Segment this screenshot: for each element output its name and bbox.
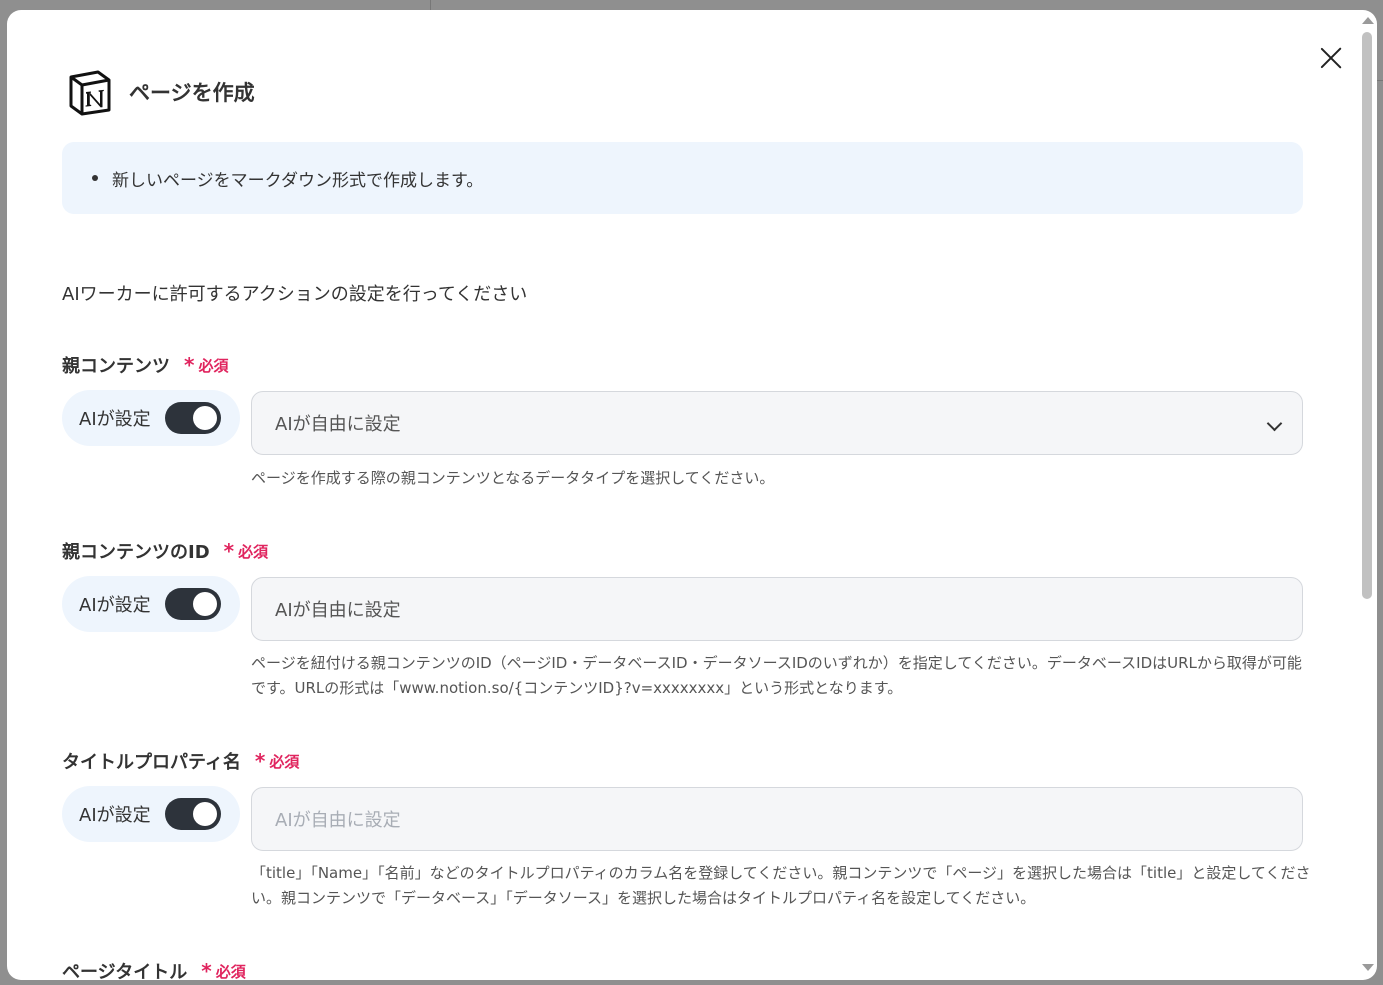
ai-setting-label: AIが設定 xyxy=(79,409,151,430)
ai-setting-pill: AIが設定 xyxy=(62,786,240,842)
info-text: 新しいページをマークダウン形式で作成します。 xyxy=(112,170,484,191)
ai-setting-toggle[interactable] xyxy=(164,402,221,434)
help-text: ページを作成する際の親コンテンツとなるデータタイプを選択してください。 xyxy=(251,469,775,487)
background-divider xyxy=(430,0,431,10)
field-label-text: 親コンテンツのID xyxy=(62,542,210,563)
select-value: AIが自由に設定 xyxy=(275,414,401,435)
scroll-up-arrow[interactable] xyxy=(1362,17,1374,24)
ai-setting-pill: AIが設定 xyxy=(62,390,240,446)
field-label-text: ページタイトル xyxy=(62,962,188,980)
toggle-knob xyxy=(192,802,217,826)
bullet-icon xyxy=(92,175,98,181)
asterisk-icon: * xyxy=(201,959,212,980)
create-page-modal: ページを作成 新しいページをマークダウン形式で作成します。 AIワーカーに許可す… xyxy=(7,10,1377,980)
page-title: ページを作成 xyxy=(129,81,255,105)
parent-content-select[interactable]: AIが自由に設定 xyxy=(251,391,1303,455)
input-value: AIが自由に設定 xyxy=(275,600,401,621)
ai-setting-pill: AIが設定 xyxy=(62,576,240,632)
close-icon[interactable] xyxy=(1318,45,1344,71)
required-text: 必須 xyxy=(238,542,269,561)
field-label-parent-content-id: 親コンテンツのID * 必須 xyxy=(62,538,268,564)
info-box: 新しいページをマークダウン形式で作成します。 xyxy=(62,142,1303,214)
field-label-text: タイトルプロパティ名 xyxy=(62,752,241,773)
required-badge: * 必須 xyxy=(255,749,299,773)
modal-header: ページを作成 xyxy=(65,68,255,116)
help-text: ページを紐付ける親コンテンツのID（ページID・データベースID・データソースI… xyxy=(251,654,1302,697)
toggle-knob xyxy=(192,592,217,616)
scroll-down-arrow[interactable] xyxy=(1362,964,1374,971)
intro-text: AIワーカーに許可するアクションの設定を行ってください xyxy=(62,284,528,305)
required-text: 必須 xyxy=(198,356,229,375)
asterisk-icon: * xyxy=(184,353,195,377)
required-text: 必須 xyxy=(269,752,300,771)
field-label-title-property: タイトルプロパティ名 * 必須 xyxy=(62,748,299,774)
title-property-input[interactable]: AIが自由に設定 xyxy=(251,787,1303,851)
required-badge: * 必須 xyxy=(201,959,245,980)
field-label-page-title: ページタイトル * 必須 xyxy=(62,958,246,980)
required-text: 必須 xyxy=(215,962,246,981)
background-divider xyxy=(1377,80,1383,81)
ai-setting-toggle[interactable] xyxy=(164,798,221,830)
chevron-down-icon xyxy=(1266,415,1283,432)
asterisk-icon: * xyxy=(223,539,235,563)
ai-setting-toggle[interactable] xyxy=(164,588,221,620)
parent-content-id-input[interactable]: AIが自由に設定 xyxy=(251,577,1303,641)
ai-setting-label: AIが設定 xyxy=(79,595,151,616)
input-placeholder: AIが自由に設定 xyxy=(275,810,401,831)
ai-setting-label: AIが設定 xyxy=(79,805,151,826)
notion-logo xyxy=(69,70,111,116)
asterisk-icon: * xyxy=(254,749,266,773)
required-badge: * 必須 xyxy=(224,539,268,563)
toggle-knob xyxy=(192,406,217,430)
required-badge: * 必須 xyxy=(184,353,228,377)
help-text: 「title」「Name」「名前」などのタイトルプロパティのカラム名を登録してく… xyxy=(251,864,1311,907)
field-label-text: 親コンテンツ xyxy=(62,356,170,377)
field-label-parent-content: 親コンテンツ * 必須 xyxy=(62,352,228,378)
scrollbar-thumb[interactable] xyxy=(1362,32,1372,599)
